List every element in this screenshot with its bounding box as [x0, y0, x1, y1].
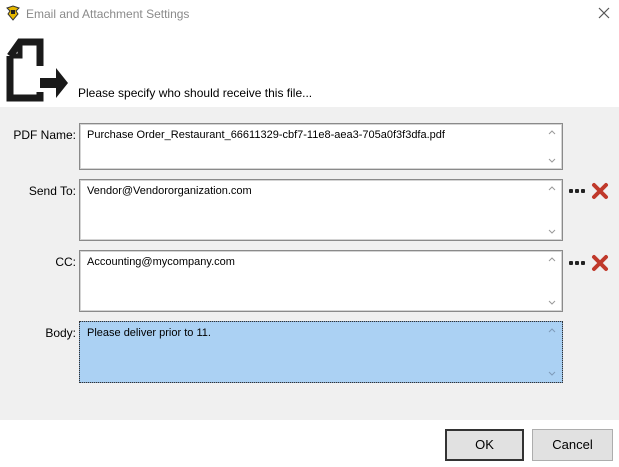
cc-value: Accounting@mycompany.com [87, 256, 235, 268]
ellipsis-icon [569, 189, 573, 193]
cc-label: CC: [55, 255, 76, 269]
scroll-up-button[interactable] [544, 324, 560, 336]
window-title: Email and Attachment Settings [26, 7, 190, 21]
close-icon [598, 7, 610, 19]
cc-scrollbar[interactable] [544, 253, 560, 309]
scroll-down-button[interactable] [544, 155, 560, 167]
delete-x-icon [592, 255, 608, 271]
send-to-delete-button[interactable] [591, 182, 609, 200]
file-export-icon [4, 38, 70, 102]
scroll-down-button[interactable] [544, 368, 560, 380]
chevron-down-icon [548, 158, 556, 163]
prompt-text: Please specify who should receive this f… [78, 86, 313, 100]
delete-x-icon [592, 183, 608, 199]
cc-field[interactable]: Accounting@mycompany.com [79, 250, 563, 312]
scroll-down-button[interactable] [544, 226, 560, 238]
chevron-up-icon [548, 130, 556, 135]
title-bar: Email and Attachment Settings [0, 0, 619, 26]
chevron-down-icon [548, 300, 556, 305]
chevron-down-icon [548, 371, 556, 376]
body-scrollbar[interactable] [544, 324, 560, 380]
close-button[interactable] [593, 3, 615, 23]
body-field[interactable]: Please deliver prior to 11. [79, 321, 563, 383]
chevron-down-icon [548, 229, 556, 234]
chevron-up-icon [548, 257, 556, 262]
app-logo-icon [5, 5, 21, 21]
send-to-label: Send To: [28, 184, 76, 198]
pdf-name-scrollbar[interactable] [544, 126, 560, 167]
chevron-up-icon [548, 186, 556, 191]
pdf-name-field[interactable]: Purchase Order_Restaurant_66611329-cbf7-… [79, 123, 563, 170]
scroll-up-button[interactable] [544, 126, 560, 138]
send-to-value: Vendor@Vendororganization.com [87, 185, 252, 197]
pdf-name-label: PDF Name: [13, 128, 76, 142]
send-to-browse-button[interactable] [568, 184, 586, 198]
pdf-name-value: Purchase Order_Restaurant_66611329-cbf7-… [87, 129, 445, 141]
scroll-up-button[interactable] [544, 253, 560, 265]
body-label: Body: [45, 326, 76, 340]
scroll-up-button[interactable] [544, 182, 560, 194]
cc-delete-button[interactable] [591, 254, 609, 272]
chevron-up-icon [548, 328, 556, 333]
ok-button[interactable]: OK [445, 429, 524, 461]
scroll-down-button[interactable] [544, 297, 560, 309]
ellipsis-icon [569, 261, 573, 265]
cc-browse-button[interactable] [568, 256, 586, 270]
send-to-field[interactable]: Vendor@Vendororganization.com [79, 179, 563, 241]
body-value: Please deliver prior to 11. [87, 327, 211, 339]
send-to-scrollbar[interactable] [544, 182, 560, 238]
cancel-button[interactable]: Cancel [532, 429, 613, 461]
